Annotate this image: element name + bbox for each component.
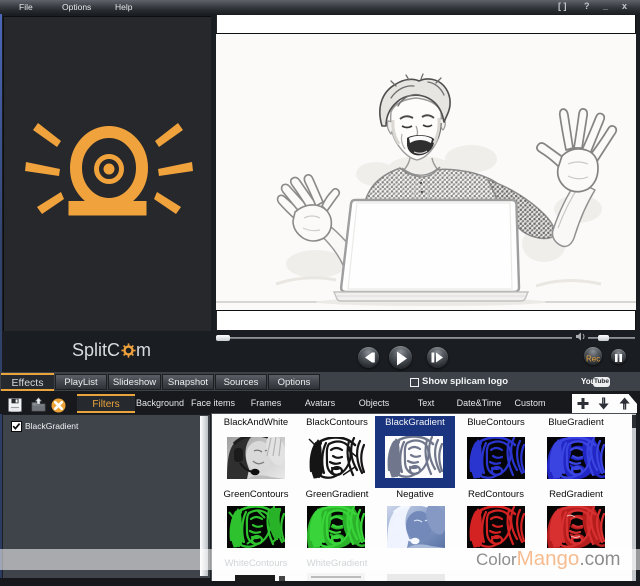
svg-text:Rec: Rec	[586, 355, 600, 364]
